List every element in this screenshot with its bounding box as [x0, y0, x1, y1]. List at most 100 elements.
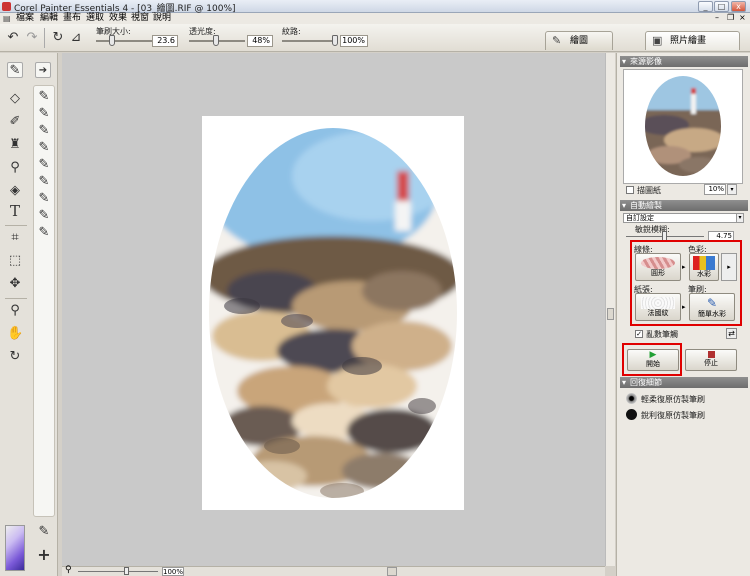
brush-9-icon[interactable]: ✎ [36, 225, 52, 241]
painting-canvas[interactable] [202, 116, 464, 510]
divider [5, 225, 27, 226]
start-label: 開始 [646, 360, 660, 368]
brush-size-value[interactable]: 23.6 [152, 35, 178, 47]
menu-effects[interactable]: 效果 [109, 13, 127, 24]
brush-size-slider[interactable] [96, 40, 152, 42]
zoom-value[interactable]: 100% [162, 567, 184, 576]
brush-4-icon[interactable]: ✎ [36, 140, 52, 156]
source-image-header[interactable]: 來源影像 [620, 56, 748, 67]
rotate-brush-icon[interactable]: ↻ [50, 30, 66, 46]
stamp-icon[interactable]: ♜ [7, 137, 23, 153]
grabber-hand-icon[interactable]: ✋ [7, 326, 23, 342]
brush-6-icon[interactable]: ✎ [36, 174, 52, 190]
opacity-value[interactable]: 48% [247, 35, 273, 47]
right-panel: 來源影像 描圖紙 10% ▾ 自動繪製 自訂設定 ▾ 敏銳模糊: 4.75 線條… [616, 53, 750, 576]
preset-select[interactable]: 自訂設定 [623, 213, 737, 223]
menu-window[interactable]: 視窗 [131, 13, 149, 24]
brush-2-icon[interactable]: ✎ [36, 106, 52, 122]
blender-icon[interactable]: ✐ [7, 114, 23, 130]
tracing-opacity-value[interactable]: 10% [704, 184, 726, 195]
property-bar: ↶ ↷ ↻ ⊿ 筆刷大小: 23.6 透光度: 48% 紋路: 100% [0, 24, 750, 52]
canvas-vertical-scrollbar[interactable] [605, 53, 615, 566]
menu-canvas[interactable]: 畫布 [63, 13, 81, 24]
close-button[interactable]: x [731, 1, 746, 12]
tab-painting[interactable]: ✎ 繪圖 [545, 31, 613, 50]
grain-label: 紋路: [282, 27, 301, 36]
color-select[interactable]: 水彩 [689, 253, 719, 281]
paint-bucket-icon[interactable]: ◈ [7, 183, 23, 199]
color-dropdown-icon[interactable]: ▸ [721, 253, 737, 281]
rectangle-select-icon[interactable]: ⬚ [7, 253, 23, 269]
preset-dropdown-icon[interactable]: ▾ [736, 213, 744, 223]
hard-clone-brush-label[interactable]: 銳利復原仿製筆刷 [641, 410, 705, 421]
brush-shape-icon[interactable]: ⊿ [68, 30, 84, 46]
hard-clone-brush-icon[interactable] [626, 409, 637, 420]
start-button[interactable]: ▶ 開始 [627, 349, 679, 371]
add-icon[interactable]: + [36, 547, 52, 563]
menu-select[interactable]: 選取 [86, 13, 104, 24]
brush-3-icon[interactable]: ✎ [36, 123, 52, 139]
tab-photo-painting[interactable]: ▣ 照片繪畫 [645, 31, 740, 50]
zoom-slider[interactable] [78, 571, 158, 572]
grain-slider-thumb[interactable] [332, 35, 338, 46]
crop-icon[interactable]: ⌗ [7, 230, 23, 246]
watercolor-brush-icon: ✎ [706, 296, 718, 310]
doc-restore-button[interactable]: ❐ [727, 13, 734, 22]
paper-preview-icon [641, 297, 675, 309]
stroke-dropdown-icon[interactable]: ▸ [682, 263, 686, 271]
eraser-icon[interactable]: ◇ [7, 91, 23, 107]
maximize-button[interactable]: □ [714, 1, 729, 12]
title-bar: Corel Painter Essentials 4 - [03_繪圖.RIF … [0, 0, 750, 14]
color-swatch[interactable] [5, 525, 25, 571]
menu-file[interactable]: 檔案 [16, 13, 34, 24]
brush-select[interactable]: ✎ 簡單水彩 [689, 293, 735, 321]
stop-button[interactable]: 停止 [685, 349, 737, 371]
dropper-icon[interactable]: ⚲ [7, 160, 23, 176]
brush-size-slider-thumb[interactable] [108, 35, 115, 46]
redo-icon[interactable]: ↷ [24, 30, 40, 46]
opacity-label: 透光度: [189, 27, 216, 36]
doc-close-button[interactable]: × [739, 13, 746, 22]
photo-painting-icon: ▣ [652, 34, 663, 47]
zoom-slider-thumb[interactable] [124, 567, 129, 575]
zoom-icon[interactable]: ⚲ [65, 565, 72, 575]
opacity-slider-thumb[interactable] [213, 35, 219, 46]
brush-8-icon[interactable]: ✎ [36, 208, 52, 224]
restore-detail-header[interactable]: 回復細節 [620, 377, 748, 388]
tracing-paper-checkbox[interactable] [626, 186, 634, 194]
stop-icon [707, 351, 715, 358]
status-bar: ⚲ 100% [62, 565, 605, 576]
move-icon[interactable]: ✥ [7, 276, 23, 292]
brush-5-icon[interactable]: ✎ [36, 157, 52, 173]
horizontal-scroll-thumb[interactable] [387, 567, 397, 576]
scrollbar-thumb[interactable] [607, 308, 614, 320]
current-brush-icon[interactable]: ✎ [7, 62, 23, 78]
grain-slider[interactable] [282, 40, 338, 42]
stroke-select[interactable]: 圓形 [635, 253, 681, 281]
soft-clone-brush-icon[interactable] [626, 393, 637, 404]
brush-1-icon[interactable]: ✎ [36, 89, 52, 105]
rotate-page-icon[interactable]: ↻ [7, 349, 23, 365]
grain-value[interactable]: 100% [340, 35, 368, 47]
menu-help[interactable]: 說明 [153, 13, 171, 24]
paper-select[interactable]: 法國紋 [635, 293, 681, 321]
brush-7-icon[interactable]: ✎ [36, 191, 52, 207]
document-icon[interactable]: ▤ [3, 14, 11, 23]
expand-arrow-icon[interactable]: ➔ [35, 62, 51, 78]
random-stroke-settings-icon[interactable]: ⇄ [726, 328, 737, 339]
paper-dropdown-icon[interactable]: ▸ [682, 303, 686, 311]
auto-painting-header[interactable]: 自動繪製 [620, 200, 748, 211]
brush-variant-icon[interactable]: ✎ [36, 524, 52, 540]
brush-icon: ✎ [552, 34, 562, 47]
random-stroke-checkbox[interactable]: ✓ [635, 330, 643, 338]
soft-clone-brush-label[interactable]: 輕柔復原仿製筆刷 [641, 394, 705, 405]
tracing-opacity-dropdown-icon[interactable]: ▾ [727, 184, 737, 195]
doc-minimize-button[interactable]: – [715, 13, 719, 22]
menu-edit[interactable]: 編輯 [40, 13, 58, 24]
minimize-button[interactable]: _ [698, 1, 713, 12]
color-preview-icon [693, 256, 715, 270]
undo-icon[interactable]: ↶ [5, 30, 21, 46]
magnifier-icon[interactable]: ⚲ [7, 303, 23, 319]
stroke-preview-icon [641, 257, 675, 269]
text-tool-icon[interactable]: T [7, 203, 23, 219]
